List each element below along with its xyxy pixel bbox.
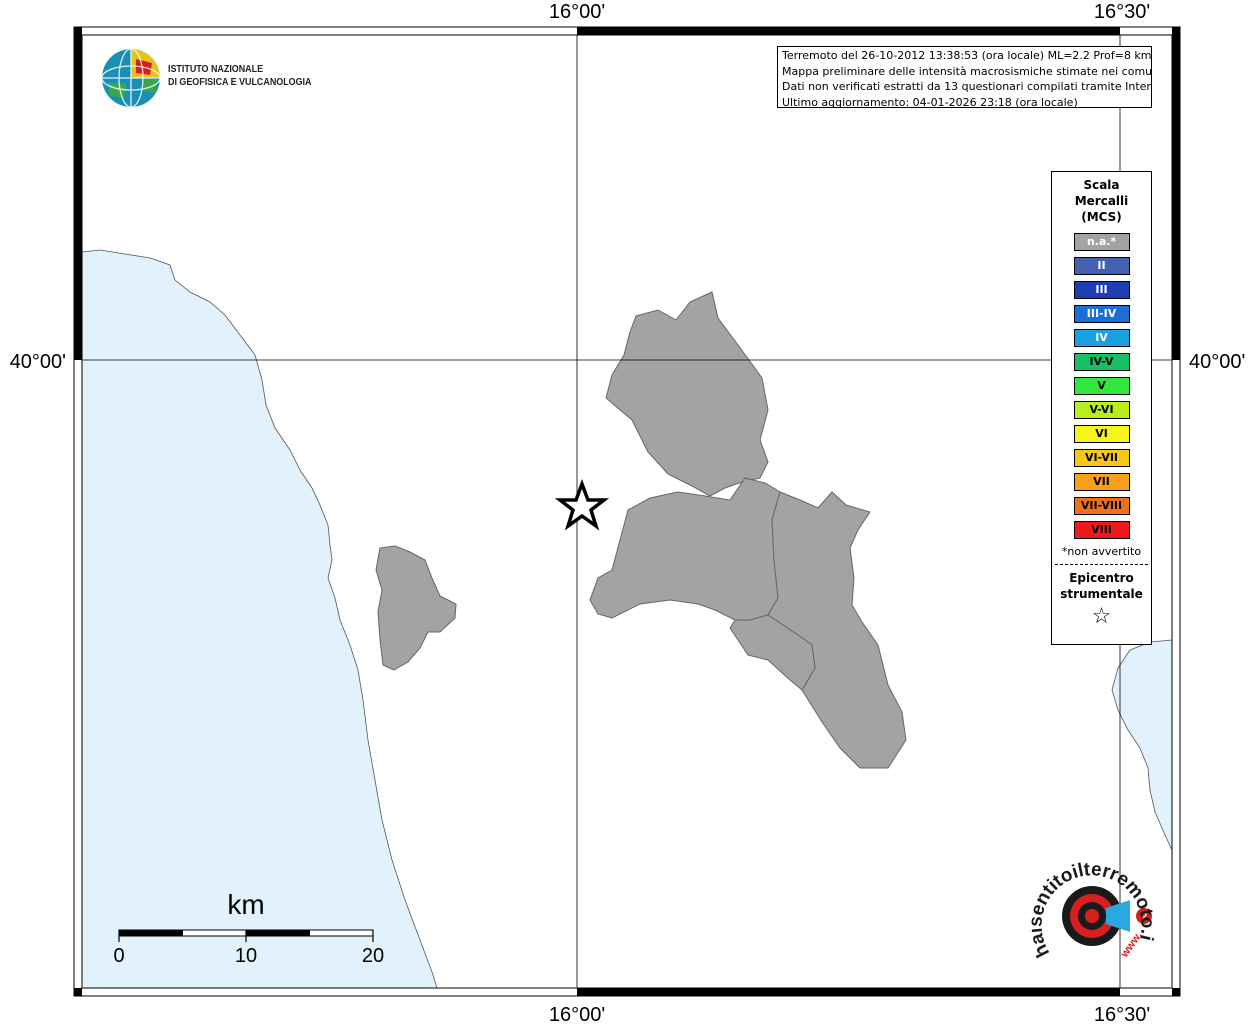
legend-epicenter-line2: strumentale (1060, 587, 1143, 601)
event-info-line1: Terremoto del 26-10-2012 13:38:53 (ora l… (782, 49, 1152, 62)
scale-bar-unit: km (227, 889, 264, 920)
ingv-name: ISTITUTO NAZIONALE DI GEOFISICA E VULCAN… (168, 63, 311, 89)
tick-right-40-00: 40°00' (1189, 351, 1245, 373)
ingv-name-line2: DI GEOFISICA E VULCANOLOGIA (168, 76, 312, 88)
legend-title-line3: (MCS) (1081, 210, 1122, 224)
legend-title-line1: Scala (1083, 178, 1120, 192)
event-info-line2: Mappa preliminare delle intensità macros… (782, 64, 1152, 78)
ingv-logo: ISTITUTO NAZIONALE DI GEOFISICA E VULCAN… (100, 47, 320, 109)
legend-level-0: n.a.* (1073, 233, 1130, 251)
legend-divider (1055, 564, 1148, 565)
event-info-line4: Ultimo aggiornamento: 04-01-2026 23:18 (… (782, 95, 1078, 108)
legend-note: *non avvertito (1061, 545, 1142, 558)
tick-top-16-30: 16°30' (1094, 1, 1150, 23)
legend-level-8: VI (1073, 425, 1130, 443)
hsit-www: www. (1118, 930, 1145, 961)
event-info-box: Terremoto del 26-10-2012 13:38:53 (ora l… (777, 46, 1152, 108)
legend-level-10: VII (1073, 473, 1130, 491)
legend-level-3: III-IV (1073, 305, 1130, 323)
tick-top-16-00: 16°00' (549, 1, 605, 23)
legend-level-6: V (1073, 377, 1130, 395)
tick-bottom-16-00: 16°00' (549, 1004, 605, 1024)
hsit-logo-graphic: ? haisentitoilterremoto.it www. (1025, 842, 1157, 961)
event-info-line3: Dati non verificati estratti da 13 quest… (782, 80, 1152, 93)
mcs-legend: Scala Mercalli (MCS) n.a.* II III III-IV IV I… (1051, 171, 1152, 645)
scale-label-0: 0 (113, 945, 124, 967)
legend-level-7: V-VI (1073, 401, 1130, 419)
scale-label-10: 10 (235, 945, 257, 967)
legend-star-icon: ☆ (1091, 604, 1112, 629)
legend-scale-list: n.a.* II III III-IV IV IV-V V V-VI VI VI-VII VII VI… (1052, 233, 1151, 539)
legend-epicenter-line1: Epicentro (1069, 571, 1134, 585)
legend-level-1: II (1073, 257, 1130, 275)
legend-title-line2: Mercalli (1074, 194, 1129, 208)
legend-level-12: VIII (1073, 521, 1130, 539)
legend-level-5: IV-V (1073, 353, 1130, 371)
legend-level-4: IV (1073, 329, 1130, 347)
hsit-logo: ? haisentitoilterremoto.it www. (1025, 842, 1160, 973)
legend-title: Scala Mercalli (MCS) (1052, 177, 1151, 225)
ingv-globe-icon (101, 48, 161, 108)
legend-level-9: VI-VII (1073, 449, 1130, 467)
legend-epicenter-label: Epicentro strumentale (1052, 570, 1151, 602)
legend-level-2: III (1073, 281, 1130, 299)
tick-bottom-16-30: 16°30' (1094, 1004, 1150, 1024)
legend-level-11: VII-VIII (1073, 497, 1130, 515)
ingv-name-line1: ISTITUTO NAZIONALE (168, 63, 264, 75)
tick-left-40-00: 40°00' (10, 351, 66, 373)
scale-label-20: 20 (362, 945, 384, 967)
